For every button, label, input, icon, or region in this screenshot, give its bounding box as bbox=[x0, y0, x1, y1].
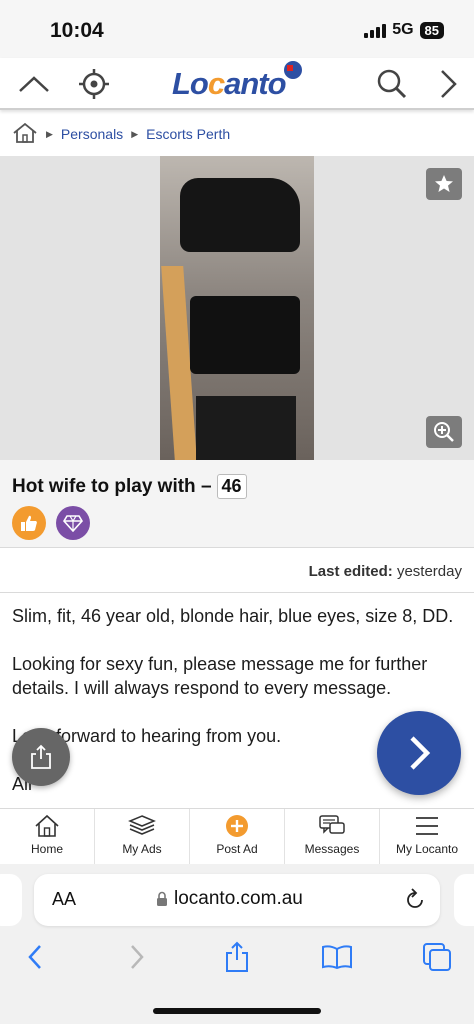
search-icon[interactable] bbox=[372, 64, 412, 104]
breadcrumb-separator-icon: ▶ bbox=[131, 128, 139, 139]
ad-title-section: Hot wife to play with – 46 bbox=[0, 460, 474, 548]
age-badge: 46 bbox=[216, 474, 247, 499]
home-icon[interactable] bbox=[12, 122, 38, 147]
description-paragraph: Looking for sexy fun, please message me … bbox=[12, 654, 428, 698]
lock-icon bbox=[157, 891, 167, 906]
signal-icon bbox=[364, 22, 387, 38]
back-icon[interactable] bbox=[18, 940, 52, 974]
network-type: 5G bbox=[392, 21, 414, 38]
reload-icon[interactable] bbox=[404, 887, 426, 916]
locate-icon[interactable] bbox=[74, 64, 114, 104]
next-ad-button[interactable] bbox=[377, 711, 461, 795]
last-edited-label: Last edited: bbox=[308, 563, 393, 580]
menu-icon bbox=[416, 817, 438, 835]
nav-my-ads[interactable]: My Ads bbox=[95, 809, 190, 864]
breadcrumb-separator-icon: ▶ bbox=[46, 128, 53, 139]
home-indicator bbox=[153, 1008, 321, 1014]
nav-messages[interactable]: Messages bbox=[285, 809, 380, 864]
chevron-right-icon[interactable] bbox=[428, 64, 468, 104]
share-icon bbox=[31, 744, 51, 769]
description-paragraph: Slim, fit, 46 year old, blonde hair, blu… bbox=[12, 606, 454, 626]
browser-toolbar: AA locanto.com.au bbox=[0, 864, 474, 1024]
ad-image-gallery bbox=[0, 156, 474, 460]
battery-icon: 85 bbox=[419, 21, 444, 39]
home-icon bbox=[35, 814, 59, 837]
site-header: Locanto bbox=[0, 58, 474, 110]
last-edited: Last edited: yesterday bbox=[0, 548, 474, 593]
forward-icon[interactable] bbox=[120, 940, 154, 974]
nav-home[interactable]: Home bbox=[0, 809, 95, 864]
status-bar: 10:04 5G 85 bbox=[0, 0, 474, 60]
zoom-in-icon[interactable] bbox=[426, 416, 462, 448]
last-edited-value: yesterday bbox=[396, 563, 462, 580]
chat-icon bbox=[319, 815, 345, 834]
chevron-up-icon[interactable] bbox=[14, 64, 54, 104]
breadcrumb-escorts-perth[interactable]: Escorts Perth bbox=[146, 126, 230, 142]
nav-my-locanto[interactable]: My Locanto bbox=[380, 809, 474, 864]
status-indicators: 5G 85 bbox=[364, 21, 444, 39]
previous-tab-preview[interactable] bbox=[0, 874, 22, 926]
ad-title-text: Hot wife to play with – bbox=[12, 475, 212, 497]
address-bar[interactable]: AA locanto.com.au bbox=[34, 874, 440, 926]
nav-post-ad[interactable]: Post Ad bbox=[190, 809, 285, 864]
status-time: 10:04 bbox=[50, 19, 104, 42]
breadcrumb-personals[interactable]: Personals bbox=[61, 126, 123, 142]
plus-circle-icon bbox=[226, 815, 248, 837]
text-size-button[interactable]: AA bbox=[52, 889, 76, 910]
next-tab-preview[interactable] bbox=[454, 874, 474, 926]
tabs-icon[interactable] bbox=[420, 940, 454, 974]
diamond-icon bbox=[56, 506, 90, 540]
favorite-star-icon[interactable] bbox=[426, 168, 462, 200]
locanto-logo[interactable]: Locanto bbox=[172, 66, 287, 102]
thumbs-up-icon bbox=[12, 506, 46, 540]
share-icon[interactable] bbox=[220, 940, 254, 974]
bottom-nav: Home My Ads Post Ad Messages My Locanto bbox=[0, 808, 474, 864]
australia-flag-icon bbox=[284, 61, 302, 79]
breadcrumb: ▶ Personals ▶ Escorts Perth bbox=[0, 112, 474, 156]
ad-title: Hot wife to play with – 46 bbox=[12, 474, 247, 499]
ad-photo[interactable] bbox=[160, 156, 314, 460]
stack-icon bbox=[128, 815, 156, 835]
chevron-right-icon bbox=[410, 736, 431, 770]
bookmarks-icon[interactable] bbox=[320, 940, 354, 974]
share-button[interactable] bbox=[12, 728, 70, 786]
url-display[interactable]: locanto.com.au bbox=[156, 888, 303, 910]
